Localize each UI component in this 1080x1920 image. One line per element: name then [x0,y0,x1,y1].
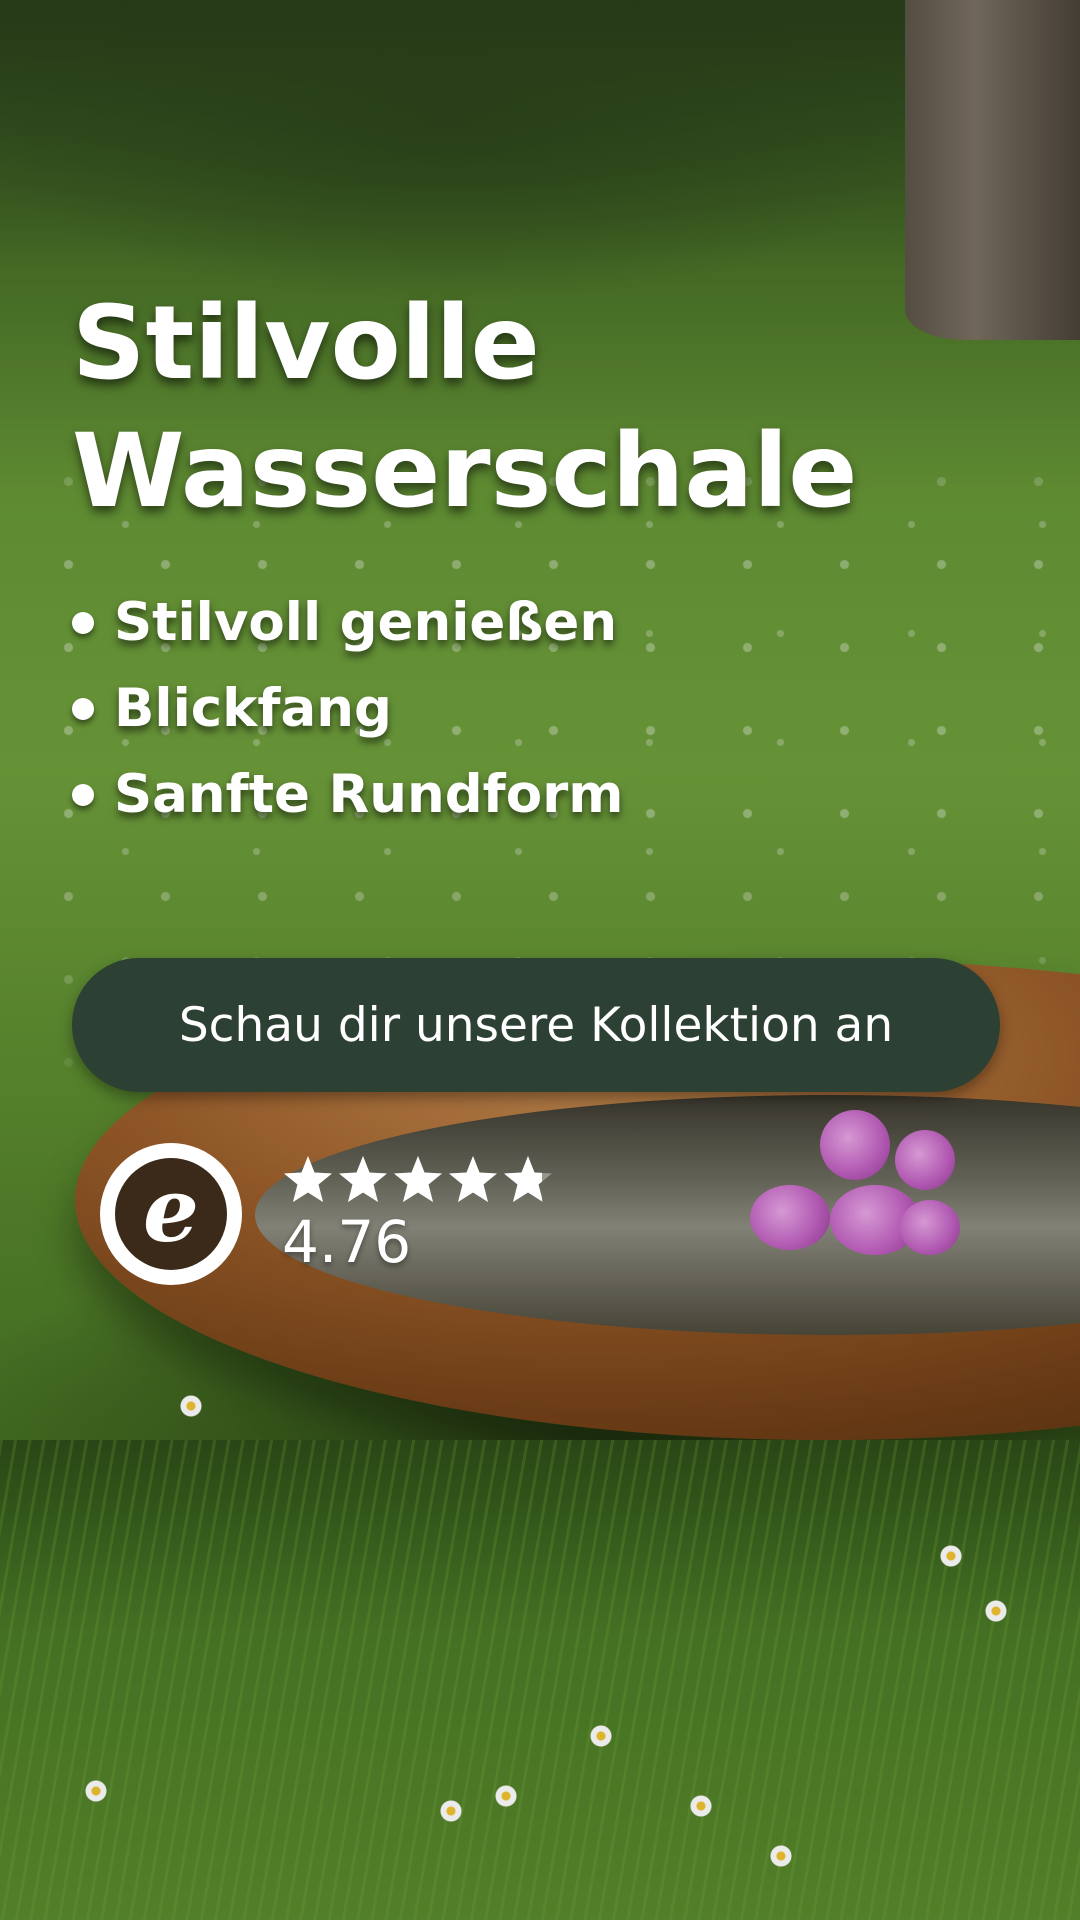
feature-item: Stilvoll genießen [72,580,624,666]
feature-label: Stilvoll genießen [114,592,618,653]
headline-line-1: Stilvolle [72,284,540,403]
star-icon [502,1154,554,1206]
bullet-icon [72,698,94,720]
rating-text: 4.76 [282,1154,557,1274]
star-rating [282,1154,557,1206]
view-collection-label: Schau dir unsere Kollektion an [178,997,894,1053]
bullet-icon [72,612,94,634]
feature-item: Sanfte Rundform [72,752,624,838]
view-collection-button[interactable]: Schau dir unsere Kollektion an [72,958,1000,1092]
feature-label: Sanfte Rundform [114,764,624,825]
headline-line-2: Wasserschale [72,412,858,531]
headline: Stilvolle Wasserschale [72,280,972,536]
star-icon [447,1154,499,1206]
feature-item: Blickfang [72,666,624,752]
trusted-shops-e-icon: e [100,1143,242,1285]
logo-letter: e [115,1158,227,1270]
rating-badge[interactable]: e 4.76 [100,1143,557,1285]
rating-score: 4.76 [282,1208,412,1276]
bullet-icon [72,784,94,806]
feature-list: Stilvoll genießen Blickfang Sanfte Rundf… [72,580,624,838]
star-icon [337,1154,389,1206]
feature-label: Blickfang [114,678,392,739]
star-icon [282,1154,334,1206]
star-icon [392,1154,444,1206]
